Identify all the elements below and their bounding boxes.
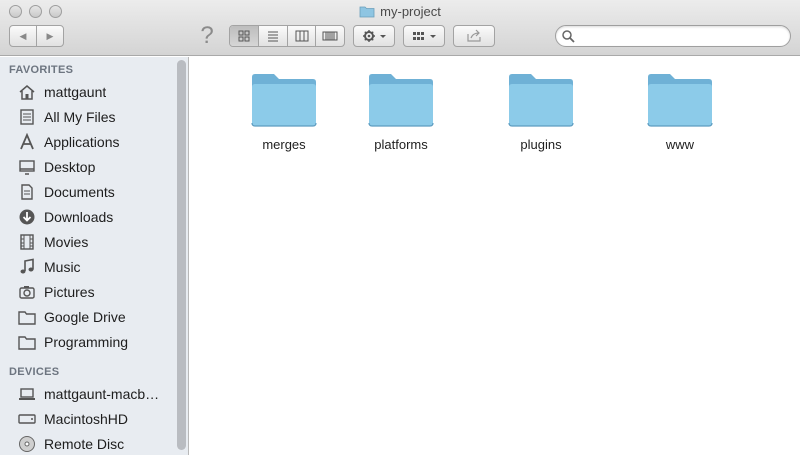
icon-view-button[interactable] <box>230 26 259 46</box>
desktop-icon <box>16 157 38 177</box>
sidebar-item-label: MacintoshHD <box>44 411 129 427</box>
list-view-icon <box>268 31 279 42</box>
sidebar-item-label: Pictures <box>44 284 95 300</box>
folder-item-merges[interactable]: merges <box>229 71 339 152</box>
sidebar-item-label: mattgaunt <box>44 84 107 100</box>
toolbar: my-project ◀ ▶ ? <box>0 0 800 56</box>
disc-icon <box>16 434 38 454</box>
back-button[interactable]: ◀ <box>10 26 36 46</box>
sidebar-item-desktop[interactable]: Desktop <box>16 156 176 178</box>
search-field[interactable] <box>555 25 791 47</box>
sidebar-item-label: Google Drive <box>44 309 126 325</box>
folder-name: merges <box>262 137 306 152</box>
coverflow-view-button[interactable] <box>315 26 344 46</box>
devices-header: DEVICES <box>9 366 60 378</box>
navigation-buttons: ◀ ▶ <box>9 25 64 47</box>
sidebar-item-google-drive[interactable]: Google Drive <box>16 306 176 328</box>
view-mode-buttons <box>229 25 345 47</box>
share-icon <box>467 29 481 42</box>
sidebar-item-label: mattgaunt-macb… <box>44 386 160 402</box>
folder-item-platforms[interactable]: platforms <box>346 71 456 152</box>
folder-icon <box>508 74 574 127</box>
sidebar-item-applications[interactable]: Applications <box>16 131 176 153</box>
sidebar-item-label: Applications <box>44 134 120 150</box>
all-files-icon <box>16 107 38 127</box>
search-icon <box>561 29 575 48</box>
arrange-menu-button[interactable] <box>403 25 445 47</box>
column-view-icon <box>295 30 309 42</box>
folder-icon <box>359 5 375 23</box>
pictures-icon <box>16 282 38 302</box>
movies-icon <box>16 232 38 252</box>
search-input[interactable] <box>578 28 783 44</box>
sidebar-item-label: Documents <box>44 184 115 200</box>
back-arrow-icon: ◀ <box>19 30 27 41</box>
folder-icon <box>16 332 38 352</box>
folder-contents: merges platforms plugins www <box>190 57 800 455</box>
sidebar: FAVORITES mattgaunt All My Files Applica… <box>0 57 189 455</box>
folder-name: plugins <box>520 137 562 152</box>
folder-name: www <box>665 137 695 152</box>
column-view-button[interactable] <box>286 26 316 46</box>
folder-icon <box>647 74 713 127</box>
sidebar-item-label: Remote Disc <box>44 436 125 452</box>
arrange-icon <box>413 32 436 40</box>
sidebar-item-macintoshhd[interactable]: MacintoshHD <box>16 408 176 430</box>
sidebar-item-remote-disc[interactable]: Remote Disc <box>16 433 176 455</box>
coverflow-view-icon <box>322 31 338 41</box>
sidebar-item-label: Downloads <box>44 209 114 225</box>
forward-button[interactable]: ▶ <box>36 26 63 46</box>
home-icon <box>16 82 38 102</box>
hard-drive-icon <box>16 409 38 429</box>
applications-icon <box>16 132 38 152</box>
sidebar-scrollbar[interactable] <box>177 60 186 450</box>
forward-arrow-icon: ▶ <box>46 30 54 41</box>
sidebar-item-label: All My Files <box>44 109 116 125</box>
sidebar-item-pictures[interactable]: Pictures <box>16 281 176 303</box>
music-icon <box>16 257 38 277</box>
sidebar-item-label: Movies <box>44 234 89 250</box>
help-icon[interactable]: ? <box>197 22 217 50</box>
folder-item-plugins[interactable]: plugins <box>486 71 596 152</box>
downloads-icon <box>16 207 38 227</box>
sidebar-item-label: Programming <box>44 334 129 350</box>
sidebar-item-label: Music <box>44 259 81 275</box>
folder-icon <box>251 74 317 127</box>
folder-icon <box>16 307 38 327</box>
share-button[interactable] <box>453 25 495 47</box>
action-menu-button[interactable] <box>353 25 395 47</box>
sidebar-item-downloads[interactable]: Downloads <box>16 206 176 228</box>
sidebar-item-movies[interactable]: Movies <box>16 231 176 253</box>
sidebar-item-mattgaunt[interactable]: mattgaunt <box>16 81 176 103</box>
sidebar-item-music[interactable]: Music <box>16 256 176 278</box>
favorites-header: FAVORITES <box>9 64 74 76</box>
window-title: my-project <box>380 4 441 19</box>
finder-window: my-project ◀ ▶ ? FAVORITES mattgaunt All… <box>0 0 800 455</box>
folder-item-www[interactable]: www <box>625 71 735 152</box>
laptop-icon <box>16 384 38 404</box>
folder-icon <box>368 74 434 127</box>
sidebar-item-mattgaunt-macbook[interactable]: mattgaunt-macb… <box>16 383 176 405</box>
icon-view-icon <box>238 30 250 42</box>
gear-icon <box>363 30 386 42</box>
sidebar-item-label: Desktop <box>44 159 96 175</box>
documents-icon <box>16 182 38 202</box>
folder-name: platforms <box>374 137 428 152</box>
window-title-bar: my-project <box>0 3 800 23</box>
sidebar-item-all-my-files[interactable]: All My Files <box>16 106 176 128</box>
sidebar-item-documents[interactable]: Documents <box>16 181 176 203</box>
list-view-button[interactable] <box>258 26 287 46</box>
sidebar-item-programming[interactable]: Programming <box>16 331 176 353</box>
